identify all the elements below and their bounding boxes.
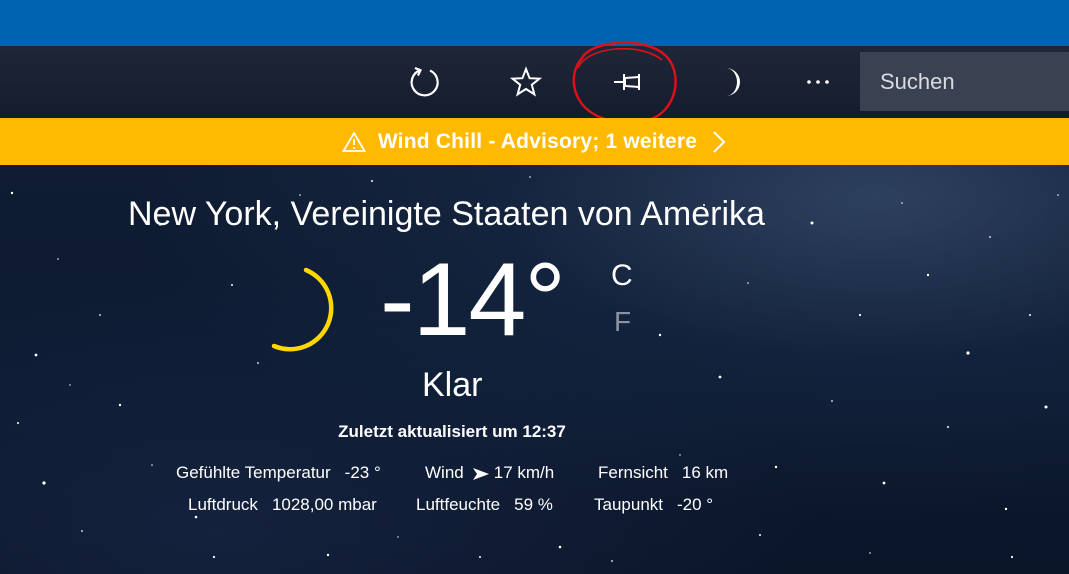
weather-alert-banner[interactable]: Wind Chill - Advisory; 1 weitere: [0, 118, 1069, 165]
moon-icon: [271, 267, 334, 352]
current-temperature: -14°: [380, 242, 566, 358]
refresh-icon: [410, 66, 439, 97]
unit-celsius-toggle[interactable]: C: [611, 259, 633, 293]
dewpoint-value: -20 °: [677, 495, 714, 514]
unit-fahrenheit-toggle[interactable]: F: [614, 306, 631, 338]
wind-label: Wind: [425, 463, 464, 482]
theme-button[interactable]: [700, 46, 760, 118]
favorite-button[interactable]: [496, 46, 556, 118]
dewpoint: Taupunkt -20 °: [594, 495, 713, 515]
search-input[interactable]: [878, 67, 1062, 96]
feels-like: Gefühlte Temperatur -23 °: [176, 463, 381, 483]
pressure: Luftdruck 1028,00 mbar: [188, 495, 377, 515]
wind-direction-icon: [472, 467, 489, 480]
visibility-value: 16 km: [681, 463, 729, 482]
wind-value: 17 km/h: [493, 463, 555, 482]
title-bar: [0, 0, 1069, 46]
dewpoint-label: Taupunkt: [594, 495, 663, 514]
humidity: Luftfeuchte 59 %: [416, 495, 553, 515]
condition-text: Klar: [422, 366, 483, 404]
pin-icon: [614, 74, 640, 90]
humidity-label: Luftfeuchte: [416, 495, 501, 514]
moon-icon: [726, 68, 740, 96]
pin-button[interactable]: [599, 46, 659, 118]
alert-text: Wind Chill - Advisory; 1 weitere: [377, 129, 698, 153]
more-icon: [807, 80, 829, 84]
refresh-button[interactable]: [395, 46, 455, 118]
wind: Wind 17 km/h: [425, 463, 554, 483]
feels-like-value: -23 °: [344, 463, 381, 482]
more-button[interactable]: [788, 46, 848, 118]
location-title: New York, Vereinigte Staaten von Amerika: [128, 195, 765, 233]
visibility-label: Fernsicht: [598, 463, 668, 482]
feels-like-label: Gefühlte Temperatur: [176, 463, 331, 482]
chevron-right-icon[interactable]: [711, 129, 727, 155]
humidity-value: 59 %: [514, 495, 553, 514]
pressure-value: 1028,00 mbar: [271, 495, 377, 514]
warning-icon: [341, 130, 366, 152]
last-updated: Zuletzt aktualisiert um 12:37: [338, 422, 566, 441]
visibility: Fernsicht 16 km: [598, 463, 728, 483]
star-icon: [510, 66, 542, 97]
search-box[interactable]: [860, 52, 1069, 111]
pressure-label: Luftdruck: [188, 495, 258, 514]
